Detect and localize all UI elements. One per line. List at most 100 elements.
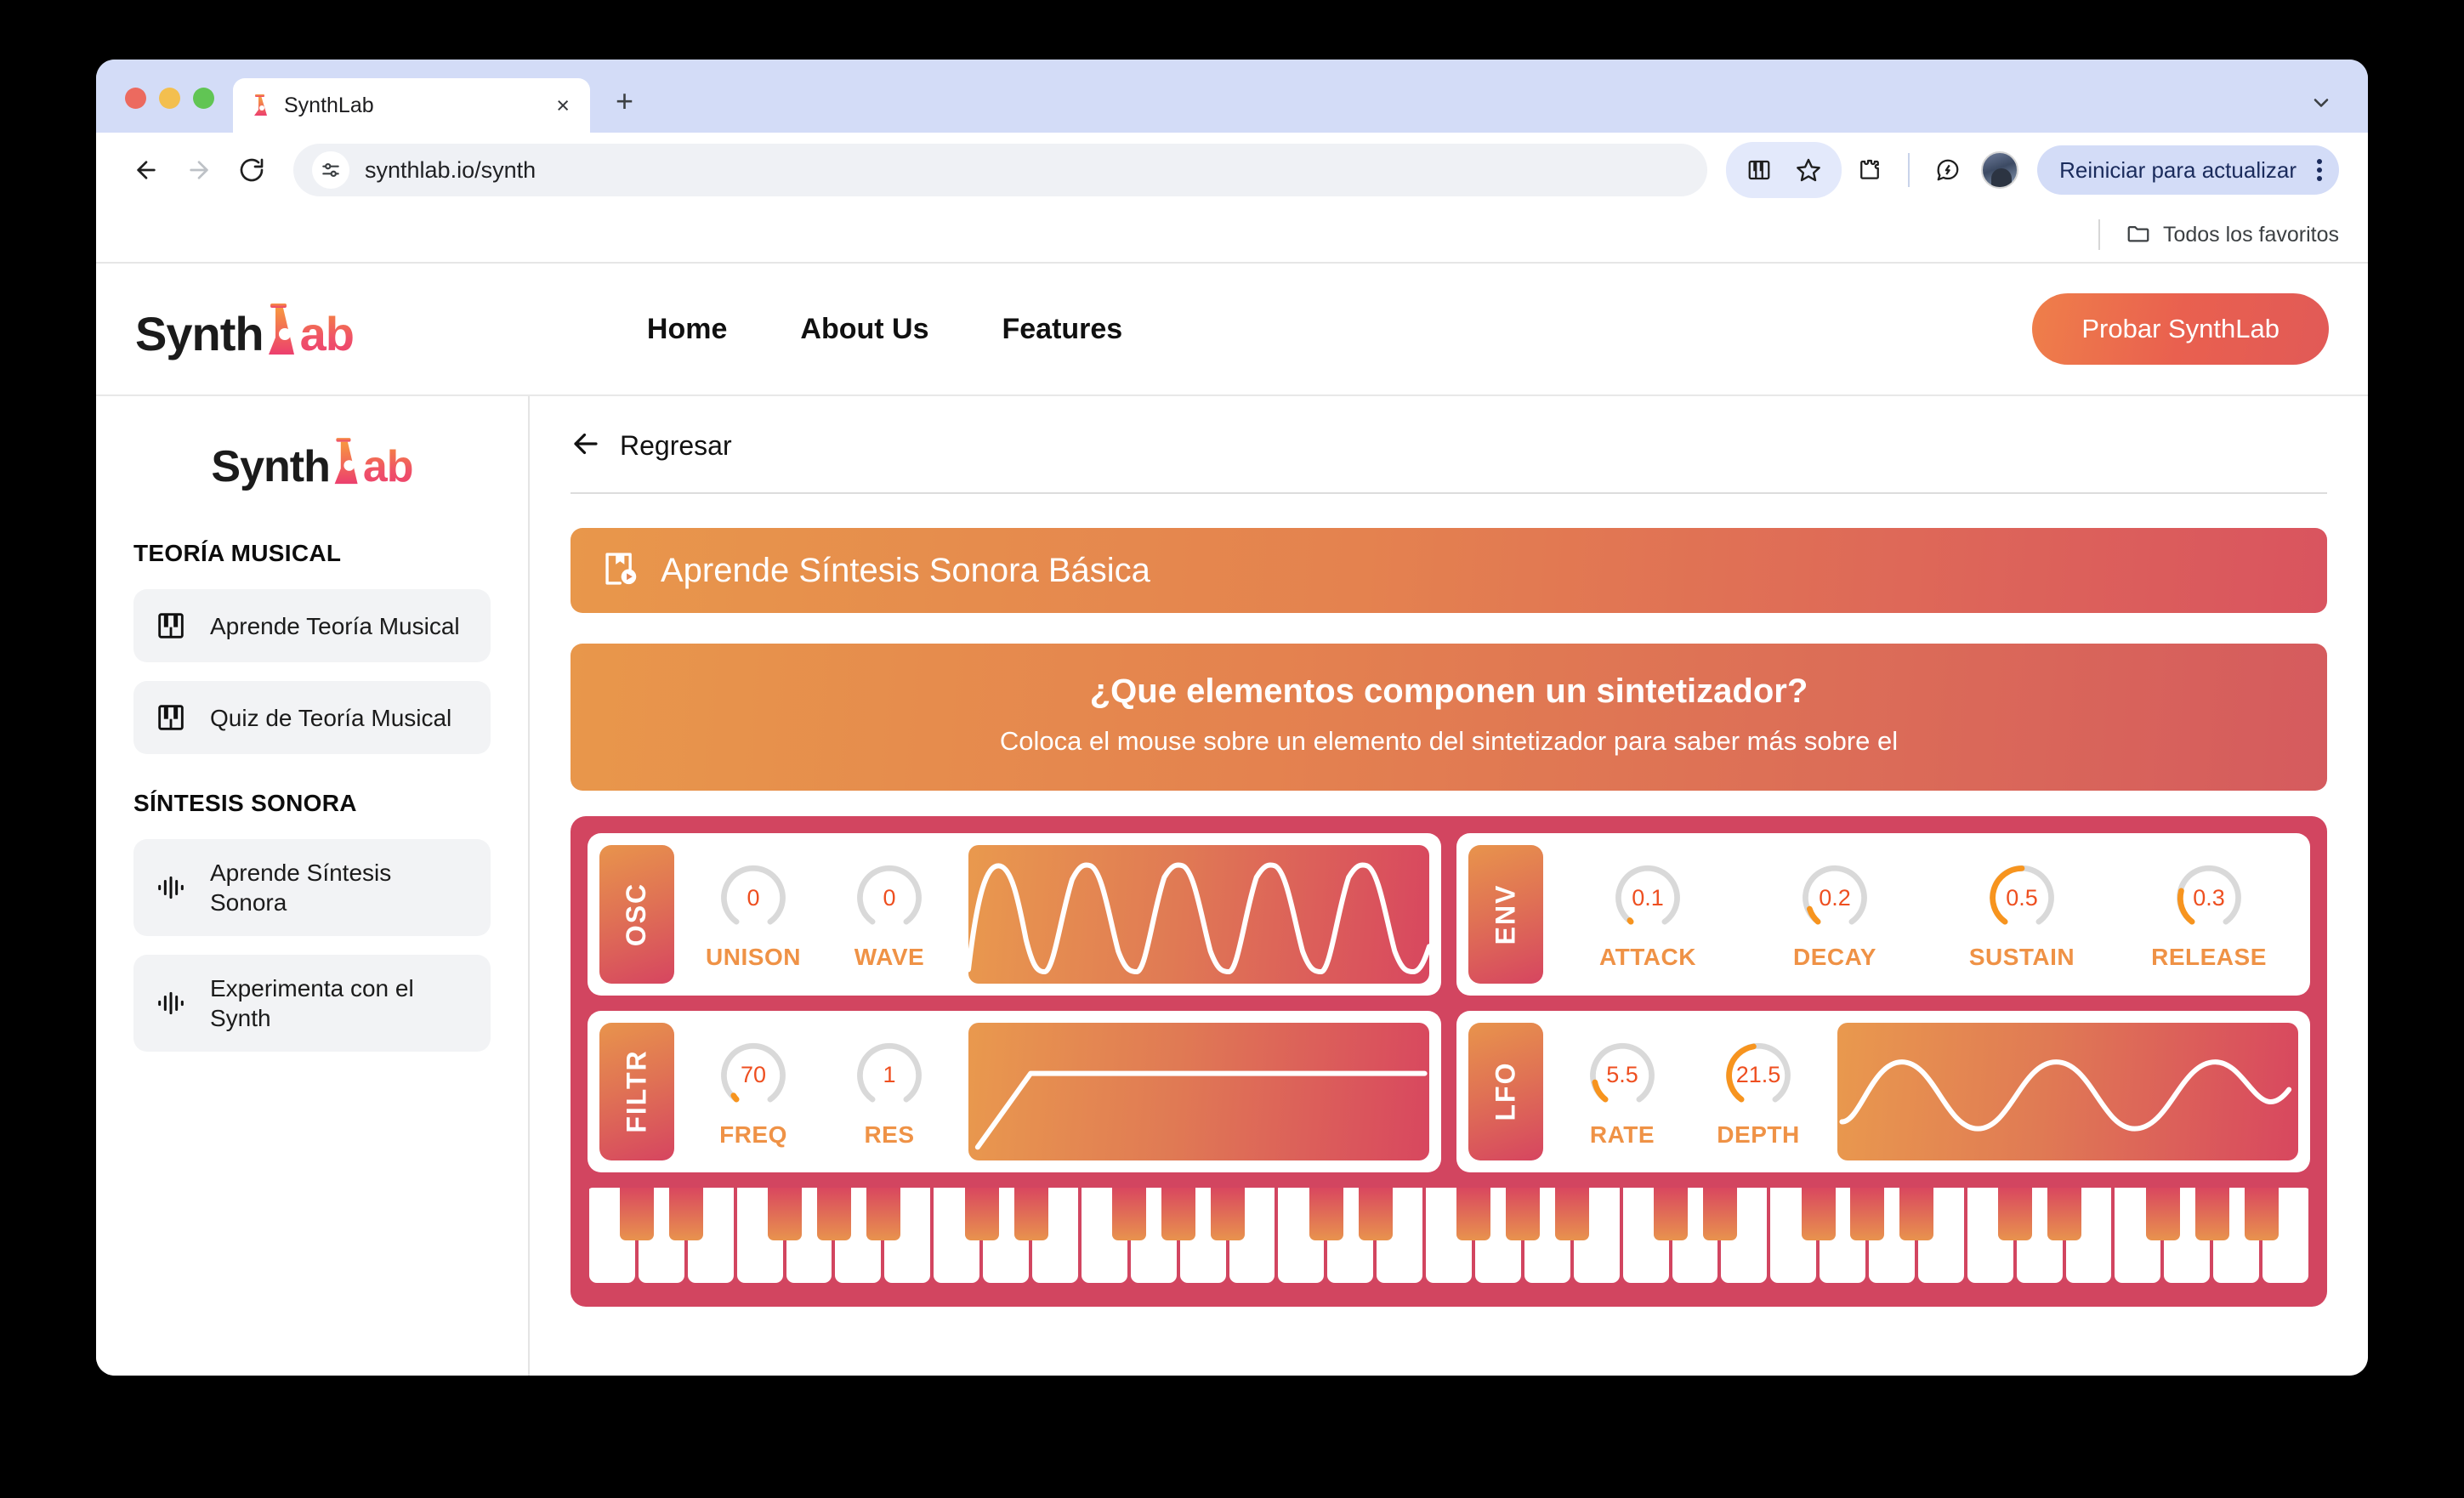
knob-dial: 0.1 xyxy=(1607,857,1689,939)
knob-unison[interactable]: 0 UNISON xyxy=(690,857,817,971)
knob-value: 0 xyxy=(747,884,760,911)
module-tag-lfo: LFO xyxy=(1468,1022,1543,1161)
black-key[interactable] xyxy=(1456,1188,1491,1241)
module-tag-label: ENV xyxy=(1490,883,1521,945)
browser-window: SynthLab × + synthlab.io/synth Reiniciar… xyxy=(96,60,2368,1376)
knob-label: WAVE xyxy=(854,944,925,971)
sidebar-item-quiz-teoria-musical[interactable]: Quiz de Teoría Musical xyxy=(133,681,491,754)
module-filtr[interactable]: FILTR 70 FREQ 1 RES xyxy=(588,1010,1441,1173)
back-button[interactable]: Regresar xyxy=(571,428,2327,463)
octave xyxy=(1276,1188,1621,1290)
browser-tab[interactable]: SynthLab × xyxy=(233,78,590,133)
black-key[interactable] xyxy=(816,1188,851,1241)
forward-navigation-icon[interactable] xyxy=(173,144,225,196)
star-icon[interactable] xyxy=(1786,147,1831,193)
sidebar-item-aprende-teoria-musical[interactable]: Aprende Teoría Musical xyxy=(133,589,491,662)
osc-knobs: 0 UNISON 0 WAVE xyxy=(690,845,953,984)
try-synthlab-button[interactable]: Probar SynthLab xyxy=(2032,293,2329,365)
sidebar-heading-sound-synthesis: SÍNTESIS SONORA xyxy=(133,790,357,816)
question-subtitle: Coloca el mouse sobre un elemento del si… xyxy=(999,726,1899,756)
update-button[interactable]: Reiniciar para actualizar xyxy=(2037,145,2339,195)
black-key[interactable] xyxy=(1899,1188,1934,1241)
synthlab-flask-icon xyxy=(250,94,272,117)
black-key[interactable] xyxy=(1358,1188,1393,1241)
sidebar-logo[interactable]: Synth ab xyxy=(133,432,491,492)
knob-release[interactable]: 0.3 RELEASE xyxy=(2145,857,2273,971)
close-window-button[interactable] xyxy=(125,88,146,109)
black-key[interactable] xyxy=(1555,1188,1590,1241)
black-key[interactable] xyxy=(2047,1188,2082,1241)
avatar[interactable] xyxy=(1981,151,2019,189)
black-key[interactable] xyxy=(767,1188,802,1241)
update-button-label: Reiniciar para actualizar xyxy=(2059,156,2297,183)
reload-icon[interactable] xyxy=(225,144,278,196)
black-key[interactable] xyxy=(1850,1188,1885,1241)
black-key[interactable] xyxy=(1112,1188,1147,1241)
knob-freq[interactable]: 70 FREQ xyxy=(690,1035,817,1149)
knob-dial: 0.2 xyxy=(1794,857,1876,939)
black-key[interactable] xyxy=(1013,1188,1048,1241)
black-key[interactable] xyxy=(964,1188,999,1241)
nav-item-features[interactable]: Features xyxy=(1002,313,1122,346)
module-lfo[interactable]: LFO 5.5 RATE 21.5 DEPTH xyxy=(1456,1010,2310,1173)
sidebar-item-experimenta-con-el-synth[interactable]: Experimenta con el Synth xyxy=(133,955,491,1052)
black-key[interactable] xyxy=(1161,1188,1196,1241)
chevron-down-icon[interactable] xyxy=(2305,87,2337,119)
knob-depth[interactable]: 21.5 DEPTH xyxy=(1695,1035,1822,1149)
piano-icon[interactable] xyxy=(1736,147,1782,193)
knob-dial: 0.5 xyxy=(1981,857,2063,939)
sidebar-item-aprende-sintesis-sonora[interactable]: Aprende Síntesis Sonora xyxy=(133,839,491,936)
knob-rate[interactable]: 5.5 RATE xyxy=(1558,1035,1686,1149)
black-key[interactable] xyxy=(1703,1188,1738,1241)
sidebar-logo-suffix: ab xyxy=(362,442,414,491)
octave xyxy=(1621,1188,1966,1290)
black-key[interactable] xyxy=(1211,1188,1245,1241)
knob-decay[interactable]: 0.2 DECAY xyxy=(1771,857,1899,971)
module-env[interactable]: ENV 0.1 ATTACK 0.2 DECAY 0.5 SUSTAIN 0.3… xyxy=(1456,833,2310,996)
black-key[interactable] xyxy=(1309,1188,1343,1241)
octave xyxy=(588,1188,932,1290)
toolbar-pill xyxy=(1726,142,1842,198)
black-key[interactable] xyxy=(2244,1188,2279,1241)
back-button-label: Regresar xyxy=(620,430,732,461)
sidebar: Synth ab TEORÍA MUSICAL Aprende Teoría M… xyxy=(96,396,530,1376)
black-key[interactable] xyxy=(620,1188,655,1241)
performance-icon[interactable] xyxy=(1925,147,1971,193)
new-tab-button[interactable]: + xyxy=(616,83,633,133)
more-options-icon[interactable] xyxy=(2310,159,2329,181)
black-key[interactable] xyxy=(669,1188,704,1241)
site-body: Synth ab TEORÍA MUSICAL Aprende Teoría M… xyxy=(96,396,2368,1376)
knob-dial: 0.3 xyxy=(2168,857,2250,939)
bookmark-all-folder[interactable]: Todos los favoritos xyxy=(2126,220,2339,250)
back-navigation-icon[interactable] xyxy=(120,144,173,196)
logo-flask-icon xyxy=(265,303,299,356)
nav-item-home[interactable]: Home xyxy=(647,313,727,346)
close-icon[interactable]: × xyxy=(551,93,575,119)
knob-wave[interactable]: 0 WAVE xyxy=(826,857,953,971)
knob-sustain[interactable]: 0.5 SUSTAIN xyxy=(1958,857,2086,971)
module-osc[interactable]: OSC 0 UNISON 0 WAVE xyxy=(588,833,1441,996)
black-key[interactable] xyxy=(1998,1188,2033,1241)
black-key[interactable] xyxy=(2194,1188,2229,1241)
knob-attack[interactable]: 0.1 ATTACK xyxy=(1584,857,1712,971)
site-logo[interactable]: Synth ab xyxy=(135,298,355,361)
site-nav: Home About Us Features xyxy=(647,313,1122,346)
extensions-icon[interactable] xyxy=(1847,147,1893,193)
black-key[interactable] xyxy=(1801,1188,1836,1241)
black-key[interactable] xyxy=(866,1188,900,1241)
piano-keys-icon xyxy=(154,609,188,643)
site-settings-icon[interactable] xyxy=(312,151,349,189)
nav-item-about-us[interactable]: About Us xyxy=(800,313,928,346)
logo-suffix: ab xyxy=(299,306,355,360)
black-key[interactable] xyxy=(1506,1188,1541,1241)
knob-res[interactable]: 1 RES xyxy=(826,1035,953,1149)
window-controls xyxy=(125,88,214,133)
knob-value: 0.2 xyxy=(1819,884,1851,911)
maximize-window-button[interactable] xyxy=(193,88,214,109)
black-key[interactable] xyxy=(1654,1188,1689,1241)
black-key[interactable] xyxy=(2145,1188,2180,1241)
module-tag-label: LFO xyxy=(1490,1061,1521,1121)
minimize-window-button[interactable] xyxy=(159,88,180,109)
address-bar[interactable]: synthlab.io/synth xyxy=(293,144,1708,196)
piano-keyboard[interactable] xyxy=(588,1188,2310,1291)
